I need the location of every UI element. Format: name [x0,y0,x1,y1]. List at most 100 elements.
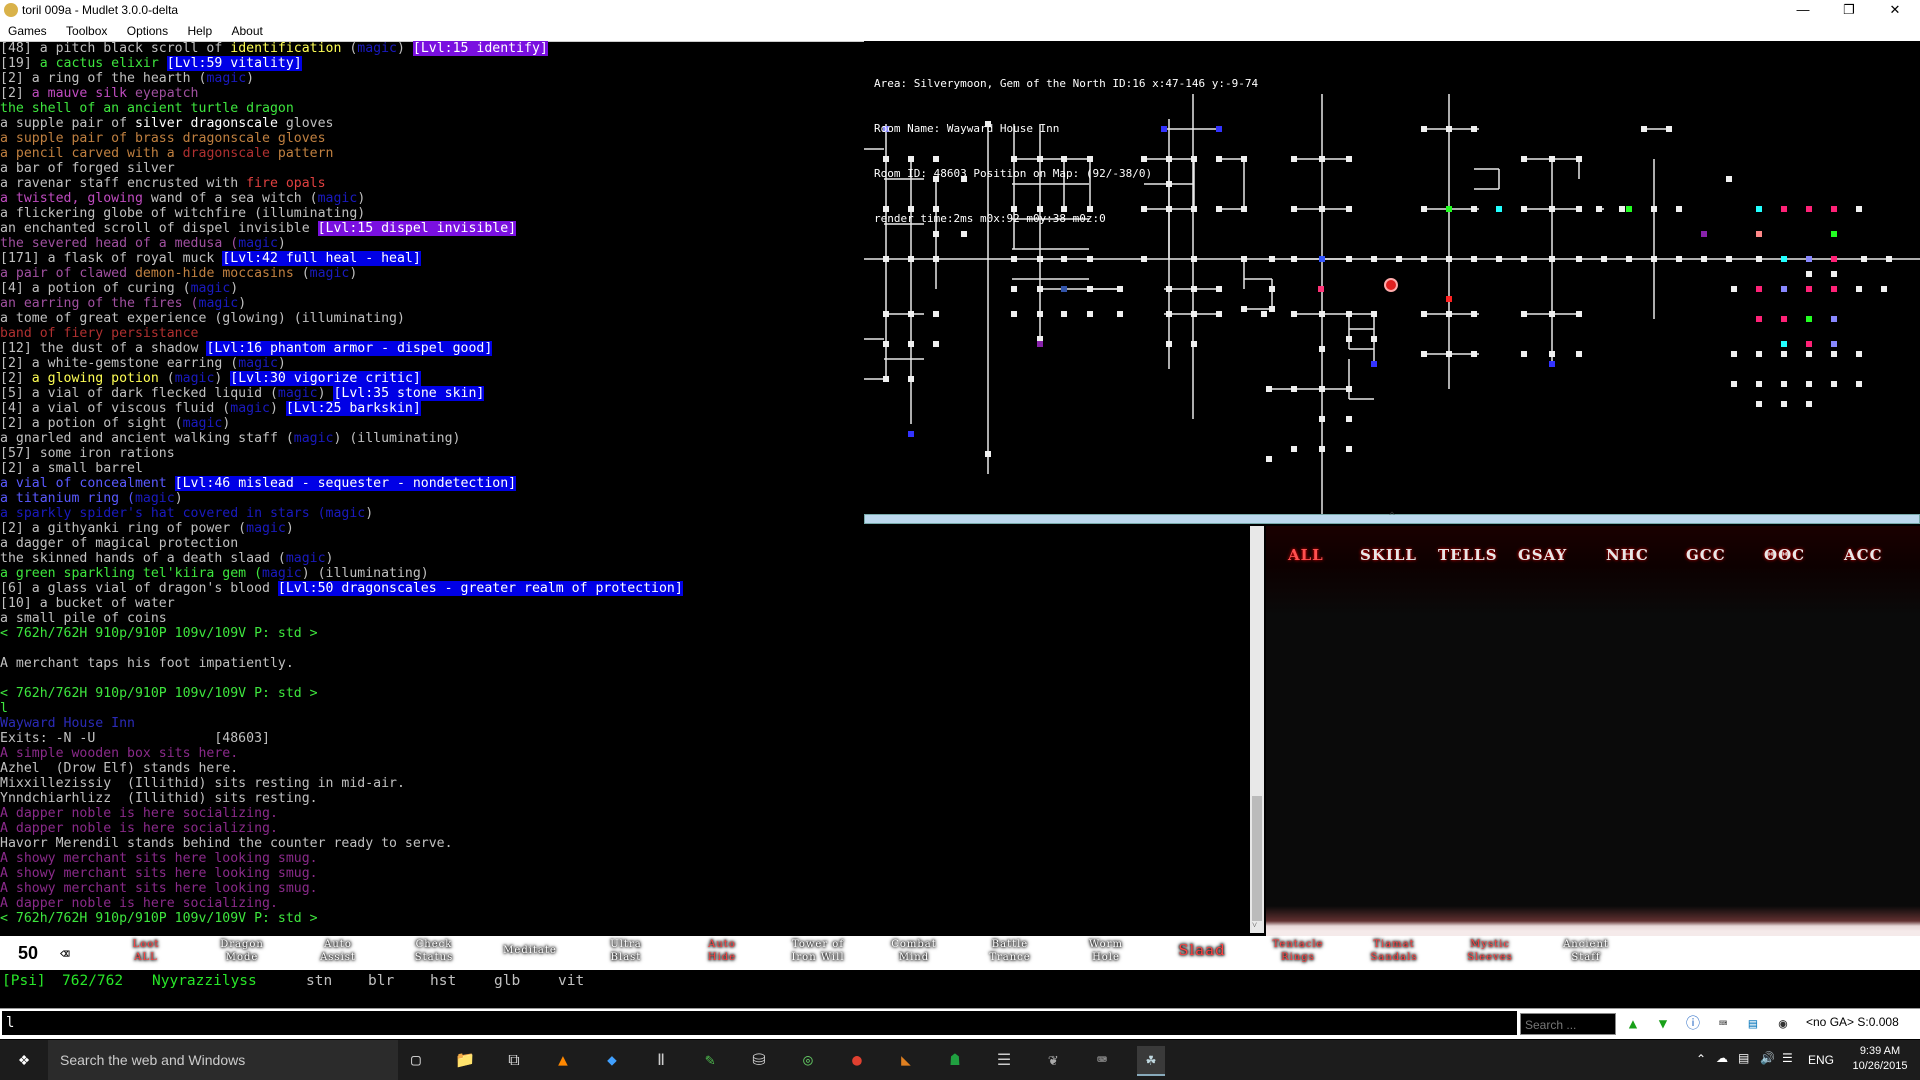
notepad-icon[interactable]: ✎ [696,1046,724,1074]
map-room[interactable] [1831,381,1837,387]
map-room[interactable] [1471,126,1477,132]
map-room[interactable] [1576,351,1582,357]
terminal-icon[interactable]: ☰ [990,1046,1018,1074]
file-explorer-icon[interactable]: 📁 [451,1046,479,1074]
map-room[interactable] [1141,256,1147,262]
chat-tab-gcc[interactable]: GCC [1686,546,1726,564]
mudlet-icon[interactable]: ☘ [1137,1046,1165,1076]
app-bird-icon[interactable]: ❦ [1039,1046,1067,1074]
button-check-status[interactable]: Check Status [386,938,482,968]
map-room[interactable] [1421,206,1427,212]
shortcut-vit[interactable]: vit [558,973,584,989]
map-room-colored[interactable] [908,431,914,437]
map-room[interactable] [1521,156,1527,162]
map-room-colored[interactable] [1496,206,1502,212]
map-room[interactable] [1446,351,1452,357]
map-room[interactable] [1166,286,1172,292]
map-room[interactable] [1269,256,1275,262]
map-room[interactable] [1726,256,1732,262]
map-room[interactable] [1291,386,1297,392]
map-room[interactable] [1087,256,1093,262]
map-room[interactable] [1396,256,1402,262]
mudlet-orange-icon[interactable]: ◣ [892,1046,920,1074]
map-room-colored[interactable] [1781,341,1787,347]
chat-tab-occ[interactable]: ΘΘC [1764,546,1805,564]
map-room[interactable] [1191,286,1197,292]
map-room[interactable] [1806,271,1812,277]
map-room-colored[interactable] [1806,316,1812,322]
map-room[interactable] [1881,286,1887,292]
map-room[interactable] [883,256,889,262]
map-room-colored[interactable] [1318,286,1324,292]
map-room[interactable] [1521,311,1527,317]
map-room[interactable] [1371,256,1377,262]
button-tiamat-sandals[interactable]: Tiamat Sandals [1346,938,1442,968]
map-room[interactable] [1011,311,1017,317]
map-room[interactable] [1291,206,1297,212]
map-room[interactable] [1269,286,1275,292]
map-room[interactable] [908,311,914,317]
map-room[interactable] [1037,286,1043,292]
menu-options[interactable]: Options [119,20,176,38]
map-room-colored[interactable] [1756,206,1762,212]
map-room[interactable] [1371,336,1377,342]
map-room[interactable] [1346,206,1352,212]
map-room[interactable] [1756,401,1762,407]
map-room[interactable] [1319,346,1325,352]
map-room[interactable] [1319,416,1325,422]
button-tentacle-rings[interactable]: Tentacle Rings [1250,938,1346,968]
xbox-icon[interactable]: ◎ [794,1046,822,1074]
map-room-colored[interactable] [1549,361,1555,367]
console-icon[interactable]: ⌨ [1088,1046,1116,1074]
map-room[interactable] [1291,256,1297,262]
record-icon[interactable]: ◉ [1772,1013,1794,1035]
database-icon[interactable]: ⛁ [745,1046,773,1074]
map-room-colored[interactable] [1806,286,1812,292]
button-auto-assist[interactable]: Auto Assist [290,938,386,968]
map-room[interactable] [1421,311,1427,317]
map-room[interactable] [1576,206,1582,212]
map-room[interactable] [1731,381,1737,387]
map-room[interactable] [883,376,889,382]
button-dragon-mode[interactable]: Dragon Mode [194,938,290,968]
shortcut-blr[interactable]: blr [368,973,394,989]
shortcut-stn[interactable]: stn [306,973,332,989]
map-room[interactable] [1471,256,1477,262]
map-room-colored[interactable] [1446,296,1452,302]
map-room[interactable] [1576,311,1582,317]
map-room[interactable] [1446,256,1452,262]
tray-language[interactable]: ENG [1808,1053,1834,1067]
mapper-panel[interactable]: Area: Silverymoon, Gem of the North ID:1… [864,41,1920,515]
map-room[interactable] [1576,256,1582,262]
menu-games[interactable]: Games [0,20,55,38]
button-loot-all[interactable]: Loot ALL [98,938,194,968]
keyboard-icon[interactable]: ⌨ [1712,1013,1734,1035]
map-room[interactable] [1061,311,1067,317]
map-room[interactable] [1756,351,1762,357]
tray-onedrive-icon[interactable]: ☁ [1716,1051,1728,1065]
chat-scrollbar-thumb[interactable] [1252,796,1262,921]
map-room[interactable] [1346,446,1352,452]
map-room[interactable] [1701,256,1707,262]
map-room[interactable] [1549,256,1555,262]
map-room[interactable] [1446,311,1452,317]
map-room[interactable] [1496,256,1502,262]
map-room[interactable] [1676,206,1682,212]
map-room[interactable] [1269,306,1275,312]
scroll-down-arrow-icon[interactable]: ˅ [1252,920,1257,931]
map-room[interactable] [1216,286,1222,292]
map-room[interactable] [908,376,914,382]
map-room[interactable] [1856,351,1862,357]
menu-help[interactable]: Help [179,20,220,38]
map-room-colored[interactable] [1806,341,1812,347]
chat-tab-skill[interactable]: SKILL [1360,546,1417,564]
button-auto-hide[interactable]: Auto Hide [674,938,770,968]
chrome-icon[interactable]: ● [843,1046,871,1074]
map-room[interactable] [1266,456,1272,462]
taskbar-search[interactable]: Search the web and Windows [48,1040,398,1080]
map-room-colored[interactable] [1831,231,1837,237]
map-room-colored[interactable] [1831,316,1837,322]
tray-network-icon[interactable]: ▤ [1738,1051,1749,1065]
button-slaad[interactable]: Slaad [1154,938,1250,968]
map-room[interactable] [1291,446,1297,452]
